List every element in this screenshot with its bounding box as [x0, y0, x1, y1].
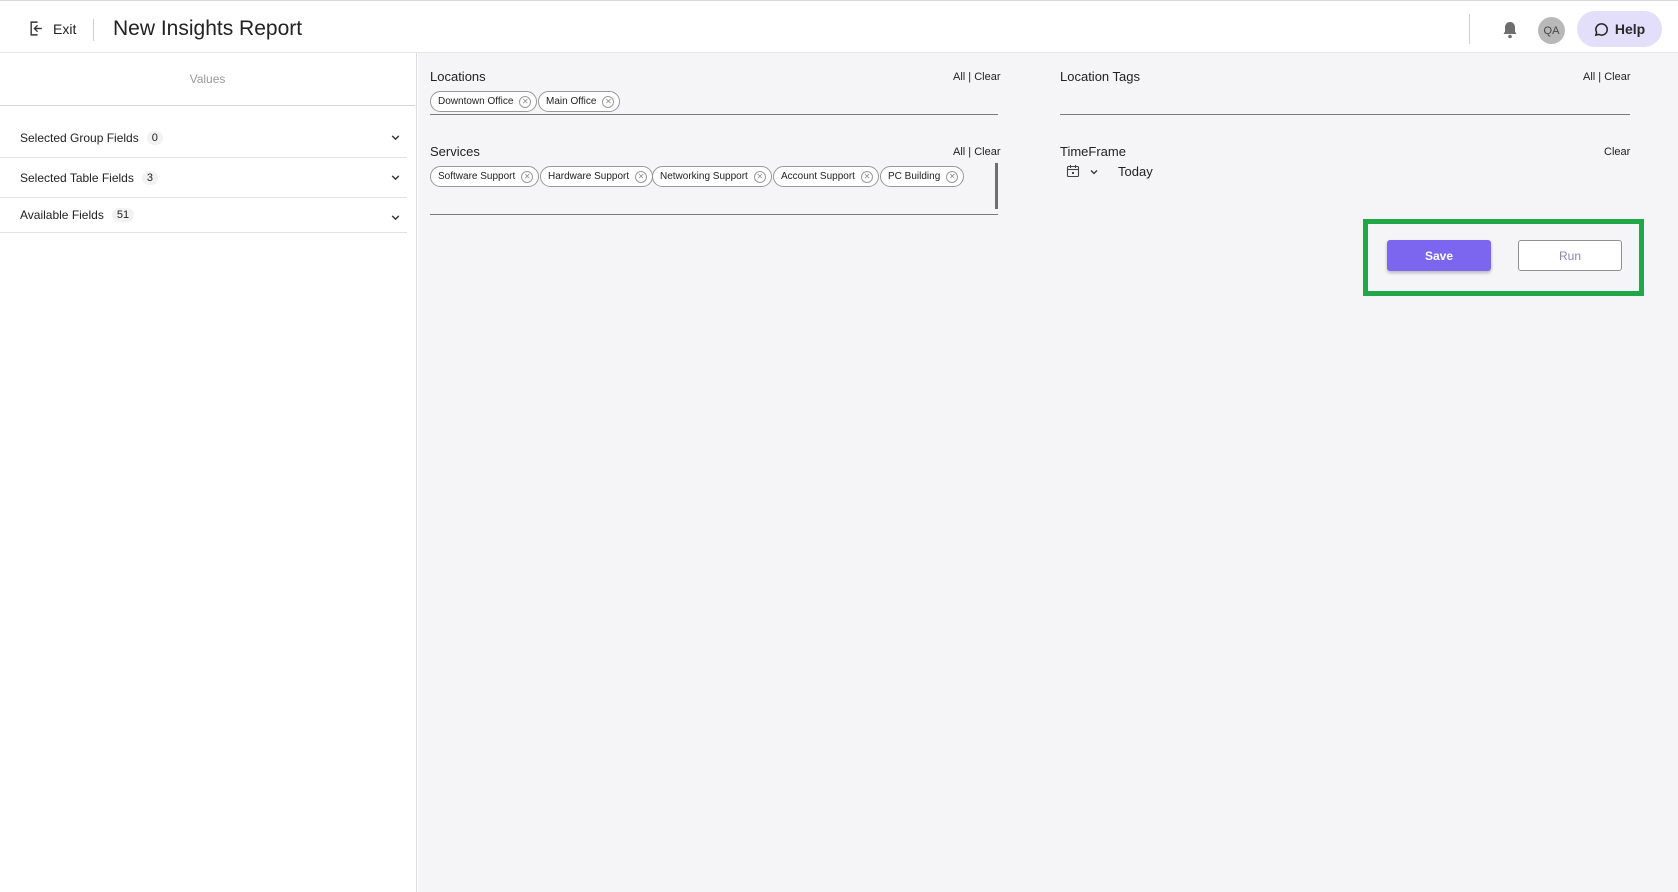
remove-chip-icon[interactable]: ✕: [946, 170, 959, 183]
count-badge: 3: [141, 170, 158, 185]
locations-clear-link[interactable]: Clear: [974, 71, 1000, 83]
section-label: Selected Table Fields: [20, 170, 134, 185]
report-filters-panel: Locations All | Clear Downtown Office ✕ …: [418, 53, 1678, 892]
action-buttons-highlight: Save Run: [1363, 219, 1644, 296]
chip-label: Account Support: [781, 171, 855, 182]
service-chip: Account Support ✕: [773, 166, 879, 187]
calendar-icon[interactable]: [1066, 164, 1080, 178]
exit-label: Exit: [53, 20, 77, 37]
link-divider: |: [1598, 71, 1602, 83]
services-scrollbar[interactable]: [995, 163, 998, 209]
chevron-down-icon: [391, 175, 400, 181]
location-tags-label: Location Tags: [1060, 69, 1140, 84]
chat-bubble-icon: [1594, 22, 1608, 36]
exit-button[interactable]: Exit: [28, 20, 76, 37]
service-chip: Hardware Support ✕: [540, 166, 654, 187]
chip-label: Hardware Support: [548, 171, 630, 182]
services-links: All | Clear: [953, 146, 1001, 158]
remove-chip-icon[interactable]: ✕: [602, 95, 615, 108]
service-chip: PC Building ✕: [880, 166, 965, 187]
chip-label: Software Support: [438, 171, 516, 182]
location-tags-field-underline[interactable]: [1060, 114, 1630, 115]
service-chip: Networking Support ✕: [652, 166, 772, 187]
remove-chip-icon[interactable]: ✕: [521, 170, 534, 183]
location-chip: Main Office ✕: [538, 91, 621, 112]
link-divider: |: [968, 71, 972, 83]
selected-group-fields-section[interactable]: Selected Group Fields 0: [0, 118, 407, 158]
timeframe-label: TimeFrame: [1060, 144, 1126, 159]
help-button[interactable]: Help: [1577, 11, 1662, 47]
help-label: Help: [1614, 21, 1646, 37]
locations-label: Locations: [430, 69, 486, 84]
fields-sidebar: Values Selected Group Fields 0 Selected …: [0, 53, 417, 892]
locations-links: All | Clear: [953, 71, 1001, 83]
locations-field-underline[interactable]: [430, 114, 998, 115]
remove-chip-icon[interactable]: ✕: [635, 170, 648, 183]
page-title: New Insights Report: [113, 17, 303, 40]
chip-label: PC Building: [888, 171, 941, 182]
chip-label: Networking Support: [660, 171, 748, 182]
bell-icon[interactable]: [1500, 20, 1520, 40]
avatar[interactable]: QA: [1538, 17, 1565, 44]
top-bar: Exit New Insights Report QA Help: [0, 0, 1678, 53]
services-field-underline[interactable]: [430, 214, 998, 215]
count-badge: 0: [146, 130, 163, 145]
remove-chip-icon[interactable]: ✕: [753, 170, 766, 183]
section-label: Available Fields: [20, 208, 104, 222]
chip-label: Main Office: [546, 96, 597, 107]
timeframe-clear-link[interactable]: Clear: [1604, 146, 1630, 158]
timeframe-links: Clear: [1604, 146, 1630, 158]
chevron-down-icon: [391, 135, 400, 141]
location-chip: Downtown Office ✕: [430, 91, 538, 112]
count-badge: 51: [111, 208, 135, 222]
chip-label: Downtown Office: [438, 96, 514, 107]
save-button[interactable]: Save: [1387, 240, 1491, 271]
section-label: Selected Group Fields: [20, 130, 139, 145]
exit-icon: [30, 21, 42, 36]
timeframe-value[interactable]: Today: [1118, 164, 1153, 179]
remove-chip-icon[interactable]: ✕: [860, 170, 873, 183]
services-all-link[interactable]: All: [953, 146, 965, 158]
service-chip: Software Support ✕: [430, 166, 540, 187]
values-heading: Values: [0, 53, 415, 106]
divider: [93, 19, 94, 41]
remove-chip-icon[interactable]: ✕: [519, 95, 532, 108]
selected-table-fields-section[interactable]: Selected Table Fields 3: [0, 158, 407, 198]
divider: [1469, 14, 1470, 44]
run-button[interactable]: Run: [1518, 240, 1622, 271]
location-tags-all-link[interactable]: All: [1583, 71, 1595, 83]
services-label: Services: [430, 144, 480, 159]
location-tags-clear-link[interactable]: Clear: [1604, 71, 1630, 83]
chevron-down-icon: [391, 215, 400, 221]
services-clear-link[interactable]: Clear: [974, 146, 1000, 158]
chevron-down-icon[interactable]: [1089, 167, 1099, 177]
locations-all-link[interactable]: All: [953, 71, 965, 83]
available-fields-section[interactable]: Available Fields 51: [0, 198, 407, 233]
location-tags-links: All | Clear: [1583, 71, 1631, 83]
link-divider: |: [968, 146, 972, 158]
